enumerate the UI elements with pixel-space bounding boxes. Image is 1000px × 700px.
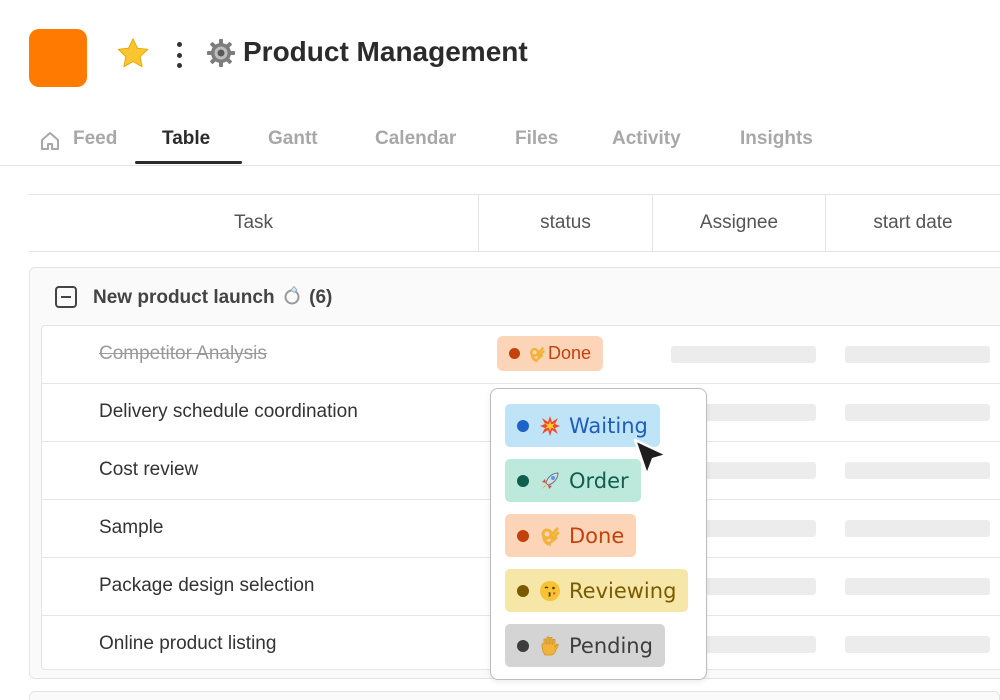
column-header-assignee[interactable]: Assignee bbox=[653, 195, 825, 251]
table-row[interactable]: Competitor Analysis Done bbox=[42, 326, 1000, 384]
status-badge[interactable]: Done bbox=[497, 336, 604, 371]
star-icon[interactable] bbox=[114, 36, 152, 72]
table-header: Task status Assignee start date bbox=[29, 194, 1000, 252]
next-task-group bbox=[29, 691, 1000, 700]
ok-hand-icon bbox=[530, 346, 545, 362]
status-dropdown: Waiting Order Done Reviewing Pending bbox=[490, 388, 707, 680]
start-date-cell[interactable] bbox=[845, 462, 990, 479]
status-label: Done bbox=[548, 343, 592, 363]
more-options-icon[interactable] bbox=[170, 40, 188, 70]
group-name: New product launch bbox=[93, 287, 275, 308]
status-option-label: Done bbox=[569, 523, 625, 548]
start-date-cell[interactable] bbox=[845, 346, 990, 363]
active-tab-indicator bbox=[135, 161, 242, 164]
tab-calendar[interactable]: Calendar bbox=[375, 128, 456, 150]
status-option-done[interactable]: Done bbox=[505, 514, 637, 557]
tab-gantt[interactable]: Gantt bbox=[268, 128, 318, 150]
start-date-cell[interactable] bbox=[845, 636, 990, 653]
column-header-status[interactable]: status bbox=[479, 195, 652, 251]
start-date-cell[interactable] bbox=[845, 520, 990, 537]
start-date-cell[interactable] bbox=[845, 578, 990, 595]
mouse-cursor-icon bbox=[633, 438, 669, 477]
tab-activity[interactable]: Activity bbox=[612, 128, 681, 150]
status-option-reviewing[interactable]: Reviewing bbox=[505, 569, 689, 612]
task-name[interactable]: Online product listing bbox=[99, 633, 276, 655]
collapse-icon[interactable] bbox=[55, 286, 77, 308]
task-name[interactable]: Cost review bbox=[99, 459, 198, 481]
task-name[interactable]: Sample bbox=[99, 517, 163, 539]
task-name[interactable]: Delivery schedule coordination bbox=[99, 401, 358, 423]
page-title: Product Management bbox=[243, 36, 528, 67]
assignee-cell[interactable] bbox=[671, 346, 816, 363]
tab-table[interactable]: Table bbox=[162, 128, 210, 150]
tab-files[interactable]: Files bbox=[515, 128, 558, 150]
column-header-task[interactable]: Task bbox=[29, 195, 478, 251]
tab-feed[interactable]: Feed bbox=[73, 128, 117, 150]
status-dot bbox=[517, 639, 529, 652]
status-option-label: Waiting bbox=[569, 413, 648, 438]
ring-icon bbox=[284, 285, 300, 305]
status-option-label: Reviewing bbox=[569, 578, 677, 603]
status-dot bbox=[517, 474, 529, 487]
status-dot bbox=[517, 419, 529, 432]
collision-icon bbox=[540, 415, 560, 436]
gear-icon bbox=[207, 39, 235, 67]
status-option-label: Order bbox=[569, 468, 629, 493]
column-header-start-date[interactable]: start date bbox=[826, 195, 1000, 251]
tab-insights[interactable]: Insights bbox=[740, 128, 813, 150]
status-option-order[interactable]: Order bbox=[505, 459, 641, 502]
group-count: (6) bbox=[309, 287, 333, 308]
group-title[interactable]: New product launch (6) bbox=[93, 284, 332, 309]
status-option-label: Pending bbox=[569, 633, 653, 658]
kiss-face-icon bbox=[540, 580, 560, 601]
home-icon[interactable] bbox=[39, 130, 61, 152]
task-name[interactable]: Package design selection bbox=[99, 575, 314, 597]
tab-bar: Feed Table Gantt Calendar Files Activity… bbox=[0, 120, 1000, 166]
status-dot bbox=[517, 584, 529, 597]
app-icon[interactable] bbox=[29, 29, 87, 87]
raised-hand-icon bbox=[541, 636, 559, 655]
rocket-icon bbox=[542, 471, 559, 489]
task-name[interactable]: Competitor Analysis bbox=[99, 343, 267, 365]
start-date-cell[interactable] bbox=[845, 404, 990, 421]
ok-hand-icon bbox=[541, 527, 560, 546]
status-option-pending[interactable]: Pending bbox=[505, 624, 665, 667]
status-dot bbox=[517, 529, 529, 542]
status-dot bbox=[509, 348, 520, 359]
